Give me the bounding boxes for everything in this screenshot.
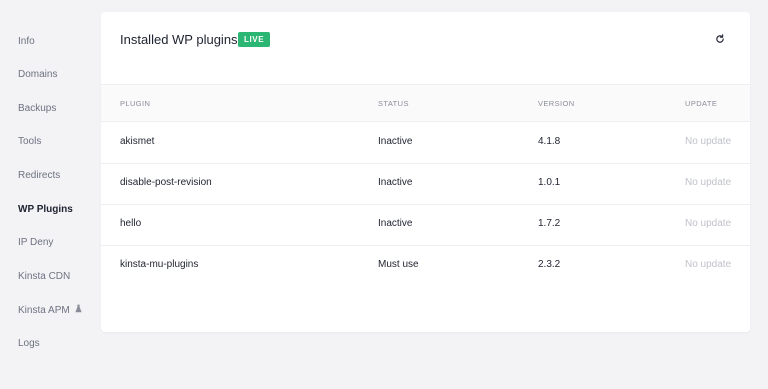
status-badge: LIVE [238, 32, 271, 47]
plugin-update: No update [685, 259, 732, 270]
sidebar-item-label: Redirects [18, 170, 61, 181]
plugin-status: Inactive [378, 218, 413, 229]
refresh-button[interactable] [712, 31, 728, 47]
table-row: disable-post-revision Inactive 1.0.1 No … [101, 164, 750, 205]
sidebar-item-label: WP Plugins [18, 204, 73, 215]
plugin-name: hello [120, 218, 142, 229]
sidebar-item-label: Kinsta APM [18, 304, 70, 316]
column-header-status[interactable]: STATUS [378, 99, 409, 108]
column-header-update[interactable]: UPDATE [685, 99, 717, 108]
sidebar-item-label: Info [18, 36, 35, 47]
sidebar-item-ip-deny[interactable]: IP Deny [18, 237, 53, 248]
sidebar-item-label: Backups [18, 103, 57, 114]
column-header-version[interactable]: VERSION [538, 99, 575, 108]
plugin-status: Inactive [378, 177, 413, 188]
sidebar-item-kinsta-cdn[interactable]: Kinsta CDN [18, 271, 70, 282]
page-title: Installed WP plugins [120, 32, 238, 47]
sidebar-item-backups[interactable]: Backups [18, 103, 56, 114]
plugin-update: No update [685, 177, 732, 188]
sidebar-item-label: Logs [18, 338, 40, 349]
plugin-version: 1.0.1 [538, 177, 561, 188]
plugin-name: akismet [120, 136, 155, 147]
sidebar-item-info[interactable]: Info [18, 36, 35, 47]
table-row: hello Inactive 1.7.2 No update [101, 205, 750, 246]
plugin-update: No update [685, 136, 732, 147]
sidebar-item-domains[interactable]: Domains [18, 69, 57, 80]
plugin-status: Must use [378, 259, 419, 270]
sidebar-item-tools[interactable]: Tools [18, 136, 41, 147]
column-header-plugin[interactable]: PLUGIN [120, 99, 150, 108]
flask-icon [75, 304, 82, 316]
plugins-card: Installed WP plugins LIVE PLUGIN STATUS … [101, 12, 750, 332]
plugin-update: No update [685, 218, 732, 229]
table-row: akismet Inactive 4.1.8 No update [101, 123, 750, 164]
plugin-name: kinsta-mu-plugins [120, 259, 199, 270]
plugin-version: 4.1.8 [538, 136, 561, 147]
card-header: Installed WP plugins LIVE [101, 12, 750, 72]
sidebar-item-label: Tools [18, 136, 42, 147]
sidebar-item-label: IP Deny [18, 237, 54, 248]
plugin-version: 2.3.2 [538, 259, 561, 270]
table-header: PLUGIN STATUS VERSION UPDATE [101, 84, 750, 122]
sidebar-item-logs[interactable]: Logs [18, 338, 40, 349]
sidebar: Info Domains Backups Tools Redirects WP … [0, 0, 100, 389]
plugin-name: disable-post-revision [120, 177, 212, 188]
plugin-version: 1.7.2 [538, 218, 561, 229]
table-row: kinsta-mu-plugins Must use 2.3.2 No upda… [101, 246, 750, 287]
sidebar-item-kinsta-apm[interactable]: Kinsta APM [18, 304, 82, 316]
sidebar-item-label: Kinsta CDN [18, 271, 71, 282]
sidebar-item-label: Domains [18, 69, 58, 80]
plugin-status: Inactive [378, 136, 413, 147]
refresh-icon[interactable] [715, 34, 725, 44]
sidebar-item-redirects[interactable]: Redirects [18, 170, 60, 181]
sidebar-item-wp-plugins[interactable]: WP Plugins [18, 204, 73, 215]
